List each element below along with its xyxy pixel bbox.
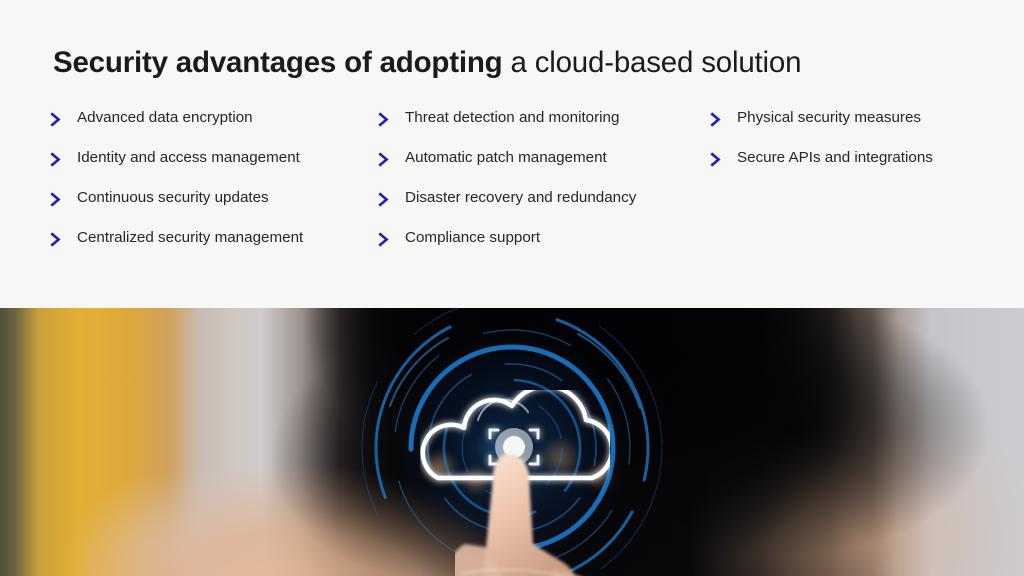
list-item: Identity and access management <box>50 148 380 188</box>
list-item-label: Threat detection and monitoring <box>405 109 620 126</box>
list-item: Advanced data encryption <box>50 108 380 148</box>
chevron-right-icon <box>50 111 64 128</box>
hand-finger <box>449 448 635 576</box>
list-item: Disaster recovery and redundancy <box>378 188 708 228</box>
list-item-label: Secure APIs and integrations <box>737 149 933 166</box>
list-item-label: Identity and access management <box>77 149 300 166</box>
list-item: Automatic patch management <box>378 148 708 188</box>
bullet-column-1: Advanced data encryption Identity and ac… <box>50 108 380 268</box>
list-item-label: Physical security measures <box>737 109 922 126</box>
chevron-right-icon <box>378 191 392 208</box>
chevron-right-icon <box>378 231 392 248</box>
list-item-label: Automatic patch management <box>405 149 607 166</box>
list-item-label: Advanced data encryption <box>77 109 253 126</box>
list-item-label: Disaster recovery and redundancy <box>405 189 637 206</box>
title-bold-part: Security advantages of adopting <box>53 46 503 79</box>
chevron-right-icon <box>710 111 724 128</box>
list-item: Continuous security updates <box>50 188 380 228</box>
text-panel: Security advantages of adopting a cloud-… <box>0 0 1024 308</box>
list-item: Physical security measures <box>710 108 1010 148</box>
chevron-right-icon <box>710 151 724 168</box>
list-item: Threat detection and monitoring <box>378 108 708 148</box>
list-item: Compliance support <box>378 228 708 268</box>
chevron-right-icon <box>50 191 64 208</box>
list-item: Secure APIs and integrations <box>710 148 1010 188</box>
bullet-column-2: Threat detection and monitoring Automati… <box>378 108 708 268</box>
chevron-right-icon <box>378 111 392 128</box>
bullet-column-3: Physical security measures Secure APIs a… <box>710 108 1010 188</box>
chevron-right-icon <box>50 231 64 248</box>
title-regular-part: a cloud-based solution <box>502 46 802 79</box>
chevron-right-icon <box>378 151 392 168</box>
slide-root: Security advantages of adopting a cloud-… <box>0 0 1024 576</box>
list-item-label: Compliance support <box>405 229 541 246</box>
hero-photo <box>0 308 1024 576</box>
page-title: Security advantages of adopting a cloud-… <box>53 44 802 82</box>
list-item: Centralized security management <box>50 228 380 268</box>
list-item-label: Centralized security management <box>77 229 304 246</box>
chevron-right-icon <box>50 151 64 168</box>
list-item-label: Continuous security updates <box>77 189 269 206</box>
